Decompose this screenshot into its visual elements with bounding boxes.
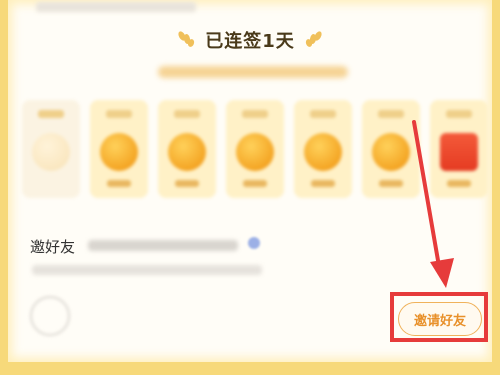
wheat-left-icon (178, 31, 195, 47)
checkin-day[interactable] (158, 100, 216, 198)
reward-amount-blur (379, 180, 403, 187)
checkin-day[interactable] (294, 100, 352, 198)
reward-amount-blur (175, 180, 199, 187)
coin-icon (168, 133, 206, 171)
checkin-day[interactable] (22, 100, 80, 198)
invite-section-title: 邀好友 (30, 238, 76, 256)
wheat-right-icon (305, 31, 322, 47)
coin-icon (372, 133, 410, 171)
streak-title-row: 已连签1天 (8, 26, 492, 54)
day-label-blur (38, 110, 64, 118)
checkin-day[interactable] (362, 100, 420, 198)
checkin-days (22, 100, 492, 200)
checkin-day[interactable] (226, 100, 284, 198)
checkin-day[interactable] (90, 100, 148, 198)
page-frame: 已连签1天 邀好友 邀请好友 (0, 0, 500, 375)
avatar-placeholder (30, 296, 70, 336)
streak-title: 已连签1天 (205, 31, 295, 52)
day-label-blur (106, 110, 132, 118)
day-label-blur (174, 110, 200, 118)
day-label-blur (242, 110, 268, 118)
reward-amount-blur (243, 180, 267, 187)
blurred-header-text (36, 2, 196, 12)
checkin-day[interactable] (430, 100, 488, 198)
day-label-blur (378, 110, 404, 118)
reward-amount-blur (447, 180, 471, 187)
reward-amount-blur (107, 180, 131, 187)
blurred-invite-subtext (32, 265, 262, 275)
blurred-invite-description (88, 240, 238, 251)
gift-box-icon (440, 133, 478, 171)
day-label-blur (446, 110, 472, 118)
coin-icon (100, 133, 138, 171)
highlight-box (390, 292, 488, 342)
blurred-subtitle (158, 66, 348, 78)
coin-icon (236, 133, 274, 171)
day-label-blur (310, 110, 336, 118)
reward-amount-blur (311, 180, 335, 187)
coin-icon (304, 133, 342, 171)
coin-icon (32, 133, 70, 171)
info-icon[interactable] (248, 237, 260, 249)
